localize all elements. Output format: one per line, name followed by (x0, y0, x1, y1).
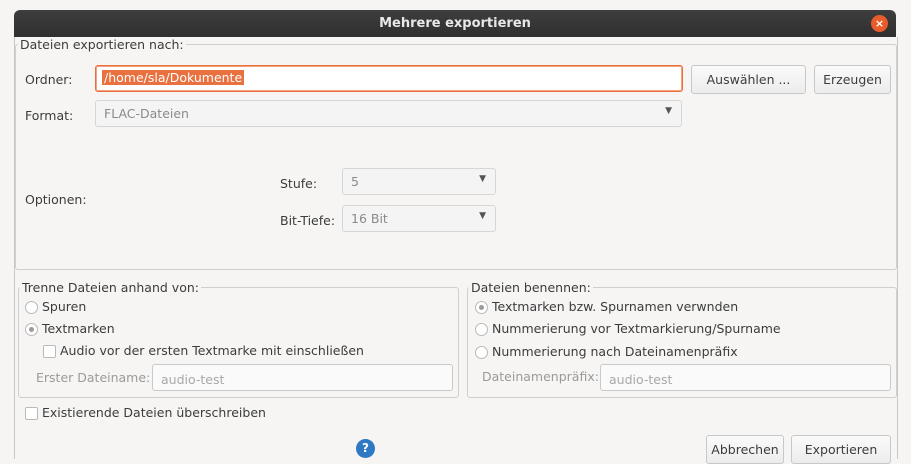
folder-label: Ordner: (25, 72, 73, 87)
first-filename-input[interactable]: audio-test (152, 364, 453, 391)
level-select[interactable]: 5 ▼ (342, 168, 496, 195)
prefix-label: Dateinamenpräfix: (482, 369, 599, 384)
naming-option-1-label[interactable]: Textmarken bzw. Spurnamen verwnden (492, 299, 738, 314)
chevron-down-icon: ▼ (665, 106, 672, 116)
split-files-legend: Trenne Dateien anhand von: (20, 280, 201, 295)
naming-option-3-radio[interactable] (475, 346, 488, 359)
export-destination-legend: Dateien exportieren nach: (18, 37, 186, 52)
prefix-input[interactable]: audio-test (600, 364, 891, 391)
window-title: Mehrere exportieren (379, 16, 531, 31)
naming-option-3-label[interactable]: Nummerierung nach Dateinamenpräfix (492, 344, 738, 359)
format-label: Format: (25, 108, 74, 123)
split-tracks-label[interactable]: Spuren (42, 299, 86, 314)
overwrite-checkbox[interactable] (25, 407, 38, 420)
split-markers-radio[interactable] (25, 323, 38, 336)
naming-option-2-radio[interactable] (475, 323, 488, 336)
level-label: Stufe: (280, 176, 318, 191)
format-select-value: FLAC-Dateien (104, 106, 189, 121)
format-select[interactable]: FLAC-Dateien ▼ (95, 100, 682, 127)
naming-option-2-label[interactable]: Nummerierung vor Textmarkierung/Spurname (492, 321, 781, 336)
include-audio-label[interactable]: Audio vor der ersten Textmarke mit einsc… (60, 343, 364, 358)
chevron-down-icon: ▼ (479, 211, 486, 221)
overwrite-label[interactable]: Existierende Dateien überschreiben (42, 405, 266, 420)
bitdepth-label: Bit-Tiefe: (280, 213, 336, 228)
include-audio-checkbox[interactable] (43, 345, 56, 358)
naming-legend: Dateien benennen: (469, 280, 593, 295)
folder-input-value: /home/sla/Dokumente (102, 70, 245, 85)
split-markers-label[interactable]: Textmarken (42, 321, 115, 336)
bitdepth-select-value: 16 Bit (351, 211, 388, 226)
cancel-button[interactable]: Abbrechen (706, 435, 784, 464)
create-button[interactable]: Erzeugen (814, 65, 891, 94)
options-label: Optionen: (25, 192, 87, 207)
first-filename-placeholder: audio-test (161, 372, 225, 387)
close-icon[interactable]: × (871, 15, 888, 32)
export-button[interactable]: Exportieren (791, 435, 891, 464)
choose-button[interactable]: Auswählen ... (691, 65, 806, 94)
first-filename-label: Erster Dateiname: (36, 370, 151, 385)
help-icon[interactable]: ? (356, 439, 375, 458)
bitdepth-select[interactable]: 16 Bit ▼ (342, 205, 496, 232)
folder-input[interactable]: /home/sla/Dokumente (95, 65, 683, 92)
naming-option-1-radio[interactable] (475, 301, 488, 314)
title-bar: Mehrere exportieren × (14, 10, 896, 37)
export-multiple-dialog: Dateien exportieren nach: Ordner: /home/… (14, 37, 898, 464)
prefix-placeholder: audio-test (609, 372, 673, 387)
level-select-value: 5 (351, 174, 359, 189)
split-tracks-radio[interactable] (25, 301, 38, 314)
chevron-down-icon: ▼ (479, 174, 486, 184)
